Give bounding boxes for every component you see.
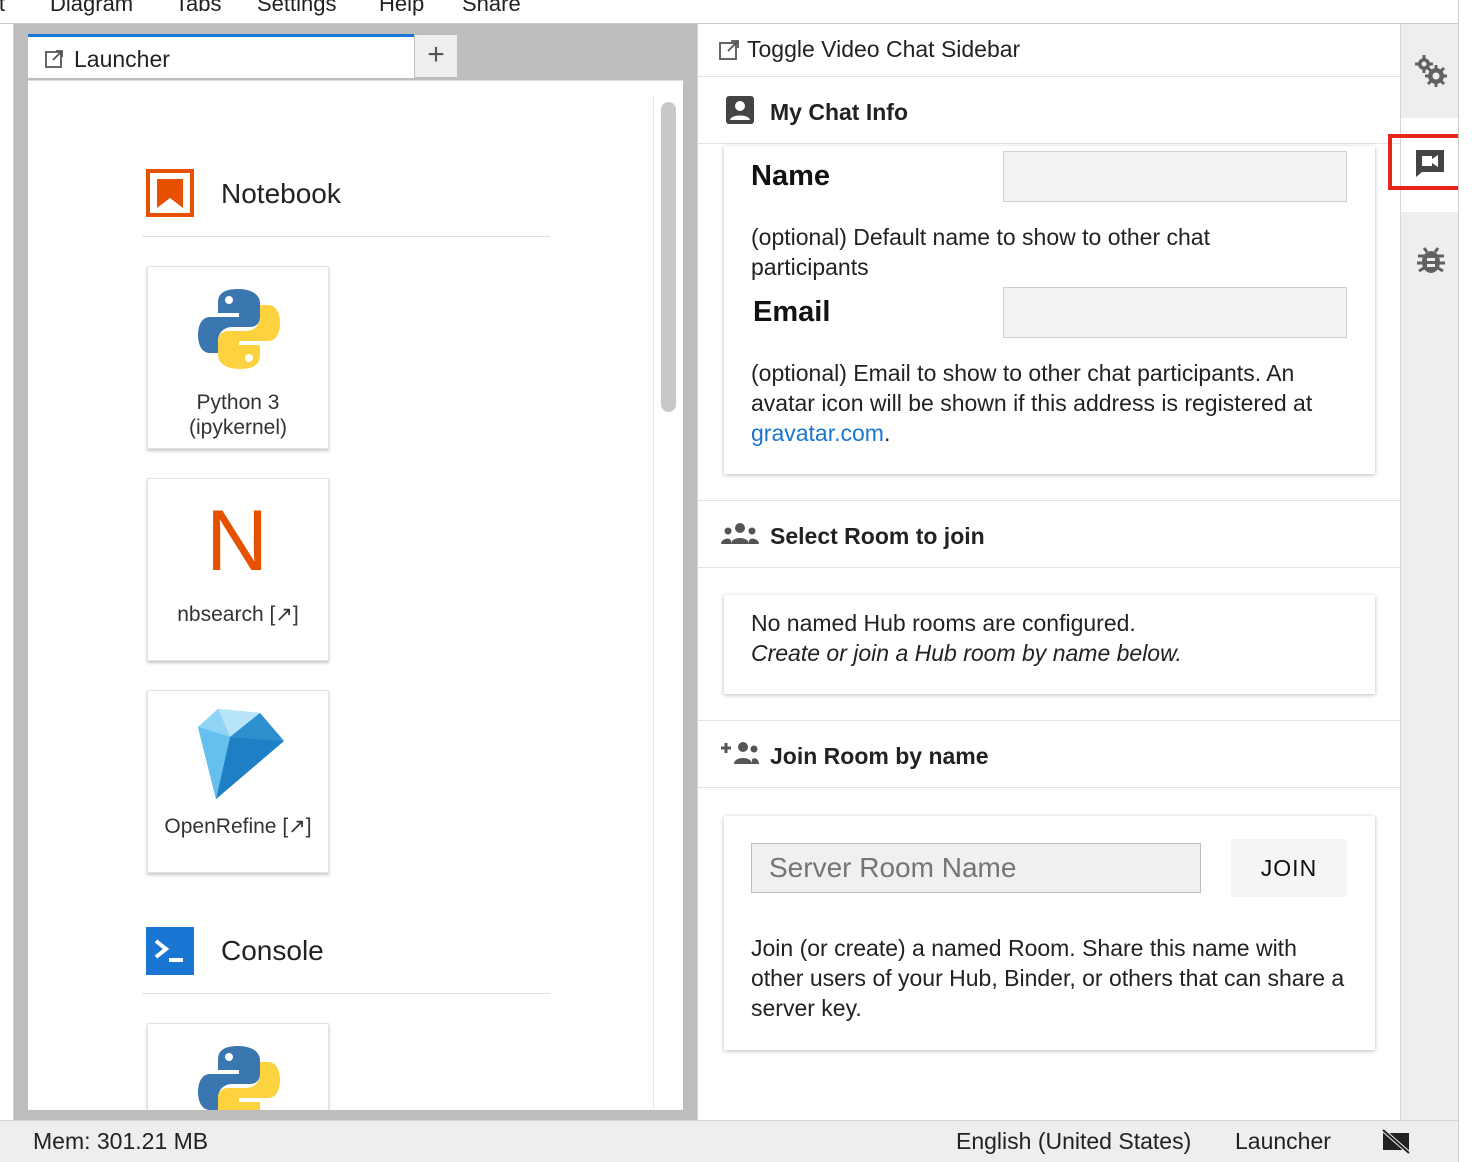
join-room-card: JOIN Join (or create) a named Room. Shar…	[724, 816, 1375, 1050]
menu-settings[interactable]: Settings	[257, 0, 337, 17]
section-divider	[142, 236, 550, 237]
section-divider	[142, 993, 550, 994]
python-logo-icon	[198, 1044, 280, 1110]
launcher-card-openrefine[interactable]: OpenRefine [↗]	[147, 690, 329, 873]
launcher-card-nbsearch[interactable]: N nbsearch [↗]	[147, 478, 329, 661]
video-off-icon[interactable]	[1381, 1128, 1411, 1159]
debugger-tab[interactable]	[1401, 212, 1459, 306]
group-add-icon	[721, 740, 759, 771]
openrefine-diamond-icon	[190, 707, 288, 808]
notebook-section-title: Notebook	[221, 178, 341, 209]
no-rooms-message: No named Hub rooms are configured.	[751, 610, 1136, 636]
left-gutter	[0, 24, 14, 1120]
card-label-line1: OpenRefine [↗]	[164, 815, 312, 838]
python-logo-icon	[198, 287, 280, 376]
my-chat-info-header[interactable]: My Chat Info	[698, 76, 1400, 144]
notebook-icon	[146, 169, 194, 222]
email-label: Email	[753, 296, 831, 328]
window-edge	[1458, 0, 1472, 1162]
property-inspector-tab[interactable]	[1401, 24, 1459, 118]
menu-share[interactable]: Share	[462, 0, 521, 17]
menu-help[interactable]: Help	[379, 0, 424, 17]
account-box-icon	[725, 95, 755, 130]
tab-launcher-label: Launcher	[74, 46, 170, 72]
name-label: Name	[751, 160, 830, 192]
name-help-text: (optional) Default name to show to other…	[751, 224, 1210, 280]
menu-diagram[interactable]: Diagram	[50, 0, 133, 17]
menu-bar: it Diagram Tabs Settings Help Share	[0, 0, 1472, 24]
launch-icon[interactable]	[718, 39, 740, 66]
console-icon	[146, 927, 194, 980]
join-room-help-text: Join (or create) a named Room. Share thi…	[751, 935, 1345, 1021]
nbsearch-n-icon: N	[206, 493, 269, 589]
video-chat-sidebar: Toggle Video Chat Sidebar My Chat Info N…	[697, 24, 1400, 1120]
my-chat-info-card: Name (optional) Default name to show to …	[724, 146, 1375, 474]
select-room-header[interactable]: Select Room to join	[698, 500, 1400, 568]
gravatar-link[interactable]: gravatar.com	[751, 420, 884, 446]
chat-panel-title: Toggle Video Chat Sidebar	[747, 36, 1021, 62]
launcher-card-python3-notebook[interactable]: Python 3 (ipykernel)	[147, 266, 329, 449]
join-button[interactable]: JOIN	[1231, 839, 1347, 897]
email-help-suffix: .	[883, 420, 891, 446]
memory-usage: Mem: 301.21 MB	[33, 1128, 209, 1154]
card-label-line2: (ipykernel)	[188, 416, 288, 439]
select-room-title: Select Room to join	[770, 523, 985, 549]
bug-icon	[1416, 244, 1446, 281]
launch-icon	[44, 49, 64, 74]
menu-edit[interactable]: it	[0, 0, 5, 17]
current-activity: Launcher	[1235, 1128, 1331, 1154]
name-input[interactable]	[1003, 151, 1347, 202]
email-input[interactable]	[1003, 287, 1347, 338]
tab-launcher[interactable]: Launcher	[28, 34, 414, 78]
launcher-panel: Notebook Python 3 (ipykernel) N nbsearch…	[28, 80, 683, 1110]
menu-tabs[interactable]: Tabs	[175, 0, 221, 17]
my-chat-info-title: My Chat Info	[770, 99, 908, 125]
join-room-title: Join Room by name	[770, 743, 989, 769]
card-label-line1: Python 3	[196, 391, 280, 414]
groups-icon	[721, 522, 759, 551]
email-help-prefix: (optional) Email to show to other chat p…	[751, 360, 1313, 416]
no-rooms-hint: Create or join a Hub room by name below.	[751, 640, 1182, 666]
card-label-line1: nbsearch [↗]	[177, 603, 299, 626]
launcher-card-python3-console[interactable]	[147, 1023, 329, 1110]
status-bar: Mem: 301.21 MB English (United States) L…	[0, 1120, 1458, 1162]
email-help-text: (optional) Email to show to other chat p…	[751, 358, 1351, 448]
no-rooms-card: No named Hub rooms are configured. Creat…	[724, 595, 1375, 694]
language-indicator[interactable]: English (United States)	[956, 1128, 1191, 1155]
join-room-header[interactable]: Join Room by name	[698, 720, 1400, 788]
launcher-scrollbar-thumb[interactable]	[661, 102, 676, 412]
server-room-name-input[interactable]	[751, 843, 1201, 893]
add-tab-button[interactable]: +	[414, 34, 458, 78]
gears-icon	[1414, 54, 1448, 93]
console-section-title: Console	[221, 935, 324, 966]
